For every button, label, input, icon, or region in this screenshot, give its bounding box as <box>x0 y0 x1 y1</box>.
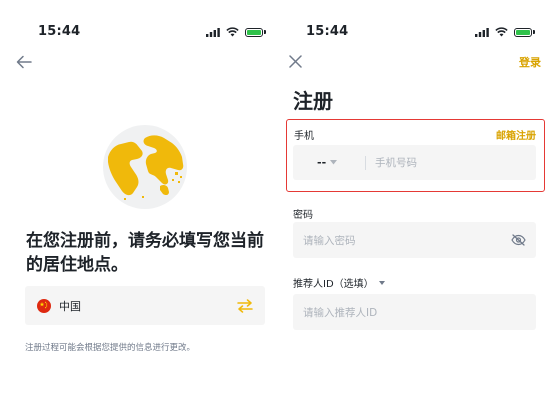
battery-icon <box>514 27 535 37</box>
phone-label: 手机 <box>294 131 314 142</box>
signal-icon <box>475 27 489 37</box>
referral-placeholder: 请输入推荐人ID <box>303 306 378 319</box>
wifi-icon <box>495 27 508 37</box>
china-flag-icon <box>37 298 51 313</box>
status-time: 15:44 <box>38 24 81 39</box>
status-time: 15:44 <box>306 24 349 39</box>
status-icons <box>206 27 266 37</box>
residence-heading-line1: 在您注册前，请务必填写您当前 <box>26 231 264 251</box>
caret-down-icon <box>378 280 385 285</box>
country-code-selector[interactable]: -- <box>293 156 363 169</box>
phone-input-row: -- 手机号码 <box>293 145 536 180</box>
swap-arrows-icon[interactable] <box>237 298 253 313</box>
globe-icon <box>103 125 187 209</box>
residence-heading-line2: 的居住地点。 <box>26 255 128 275</box>
residence-heading: 在您注册前，请务必填写您当前 的居住地点。 <box>26 229 276 277</box>
password-placeholder: 请输入密码 <box>303 234 356 247</box>
referral-label: 推荐人ID（选填） <box>293 279 374 290</box>
country-code: -- <box>317 156 327 169</box>
page-title: 注册 <box>293 89 333 113</box>
login-link[interactable]: 登录 <box>519 54 541 70</box>
status-icons <box>475 27 535 37</box>
password-label: 密码 <box>293 210 313 221</box>
wifi-icon <box>226 27 239 37</box>
eye-off-icon[interactable] <box>511 234 526 246</box>
registration-hint: 注册过程可能会根据您提供的信息进行更改。 <box>25 343 196 353</box>
country-selector[interactable]: 中国 <box>25 286 265 325</box>
country-name: 中国 <box>59 299 81 313</box>
referral-label-row[interactable]: 推荐人ID（选填） <box>293 275 385 290</box>
caret-down-icon <box>330 160 338 165</box>
referral-input[interactable]: 请输入推荐人ID <box>293 294 536 330</box>
password-input[interactable]: 请输入密码 <box>293 222 536 258</box>
signal-icon <box>206 27 220 37</box>
email-register-link[interactable]: 邮箱注册 <box>496 127 536 142</box>
battery-icon <box>245 27 266 37</box>
phone-number-input[interactable]: 手机号码 <box>375 155 417 170</box>
close-icon[interactable] <box>289 55 302 68</box>
divider <box>365 155 366 170</box>
back-arrow-icon[interactable] <box>16 55 32 69</box>
